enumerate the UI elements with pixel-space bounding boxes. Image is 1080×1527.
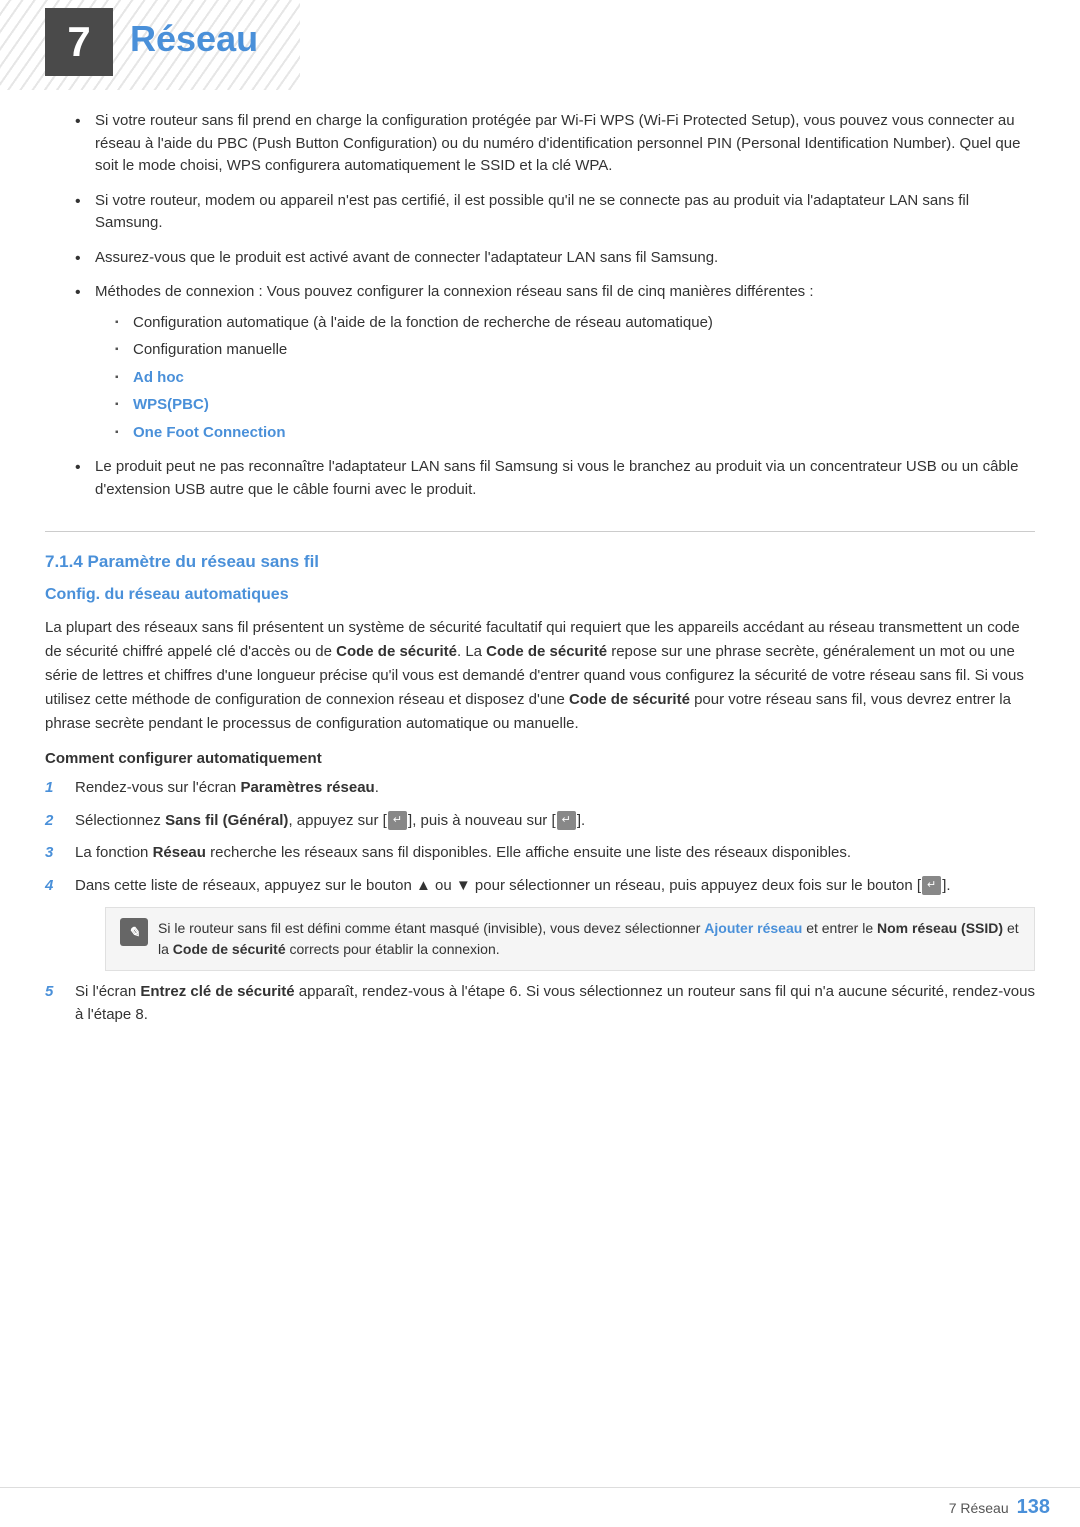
steps-list: 1 Rendez-vous sur l'écran Paramètres rés…	[45, 777, 1035, 1026]
chapter-number-block: 7	[45, 8, 113, 76]
sub-bullet-2: Configuration manuelle	[115, 339, 1035, 362]
chapter-title: Réseau	[130, 18, 258, 60]
main-content: Si votre routeur sans fil prend en charg…	[45, 110, 1035, 1477]
sub-bullet-3: Ad hoc	[115, 367, 1035, 390]
section-divider	[45, 531, 1035, 532]
footer-page: 138	[1017, 1496, 1050, 1519]
bullet-item-3: Assurez-vous que le produit est activé a…	[75, 247, 1035, 270]
sub-bullet-list: Configuration automatique (à l'aide de l…	[95, 312, 1035, 445]
how-to-configure-heading: Comment configurer automatiquement	[45, 750, 1035, 767]
note-box: ✎ Si le routeur sans fil est défini comm…	[105, 907, 1035, 971]
footer-text: 7 Réseau	[949, 1500, 1009, 1516]
note-icon: ✎	[120, 918, 148, 946]
main-bullet-list: Si votre routeur sans fil prend en charg…	[45, 110, 1035, 501]
sub-bullet-5: One Foot Connection	[115, 422, 1035, 445]
bullet-item-5: Le produit peut ne pas reconnaître l'ada…	[75, 456, 1035, 501]
bullet-item-2: Si votre routeur, modem ou appareil n'es…	[75, 190, 1035, 235]
sub-bullet-1: Configuration automatique (à l'aide de l…	[115, 312, 1035, 335]
step-4: 4 Dans cette liste de réseaux, appuyez s…	[45, 875, 1035, 972]
paragraph-1: La plupart des réseaux sans fil présente…	[45, 616, 1035, 736]
bullet-item-4: Méthodes de connexion : Vous pouvez conf…	[75, 281, 1035, 444]
enter-key-icon-2: ↵	[557, 811, 576, 830]
footer: 7 Réseau 138	[0, 1487, 1080, 1527]
step-1: 1 Rendez-vous sur l'écran Paramètres rés…	[45, 777, 1035, 800]
note-text: Si le routeur sans fil est défini comme …	[158, 918, 1020, 960]
section-714-heading: 7.1.4 Paramètre du réseau sans fil	[45, 552, 1035, 572]
chapter-number: 7	[67, 18, 90, 66]
step-5: 5 Si l'écran Entrez clé de sécurité appa…	[45, 981, 1035, 1026]
step-2: 2 Sélectionnez Sans fil (Général), appuy…	[45, 810, 1035, 833]
enter-key-icon-1: ↵	[388, 811, 407, 830]
config-auto-heading: Config. du réseau automatiques	[45, 586, 1035, 604]
section-714: 7.1.4 Paramètre du réseau sans fil Confi…	[45, 531, 1035, 1026]
step-3: 3 La fonction Réseau recherche les résea…	[45, 842, 1035, 865]
enter-key-icon-3: ↵	[922, 876, 941, 895]
bullet-item-1: Si votre routeur sans fil prend en charg…	[75, 110, 1035, 178]
sub-bullet-4: WPS(PBC)	[115, 394, 1035, 417]
